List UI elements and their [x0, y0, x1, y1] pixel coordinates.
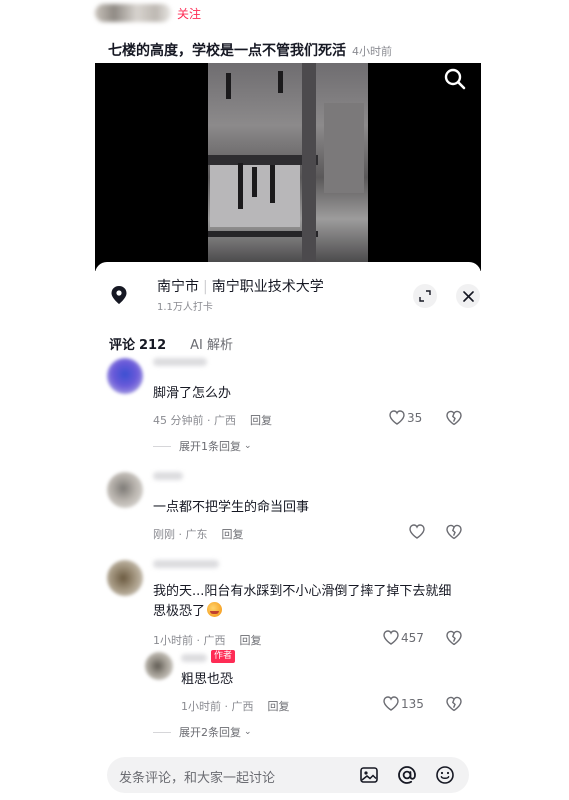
tab-comments[interactable]: 评论 212 — [109, 334, 166, 353]
emoji-icon — [207, 602, 223, 617]
reply-time: 1小时前 — [181, 700, 221, 713]
comment-author-blurred[interactable] — [153, 560, 219, 568]
expand-replies-button[interactable]: 展开2条回复 ⌄ — [153, 724, 252, 740]
comment-author-blurred[interactable] — [181, 654, 207, 662]
reply-region: 广西 — [231, 700, 254, 713]
comment-author-blurred[interactable] — [153, 472, 183, 480]
location-row[interactable]: 南宁市 | 南宁职业技术大学 1.1万人打卡 — [107, 274, 480, 318]
expand-replies-label: 展开2条回复 — [179, 726, 241, 739]
comment-time: 刚刚 — [153, 528, 175, 541]
comment-text: 我的天...阳台有水踩到不小心滑倒了摔了掉下去就细思极恐了 — [153, 582, 463, 622]
avatar[interactable] — [107, 472, 143, 508]
reply-text: 粗思也恐 — [181, 672, 234, 687]
like-button[interactable]: 457 — [383, 630, 424, 645]
comment-meta: 1小时前 · 广西 回复 — [153, 634, 262, 647]
avatar[interactable] — [107, 358, 143, 394]
comment-meta: 刚刚 · 广东 回复 — [153, 528, 244, 541]
heart-icon — [383, 630, 399, 645]
comment-author-blurred[interactable] — [153, 358, 207, 366]
comment-input-bar[interactable]: 发条评论，和大家一起讨论 — [107, 757, 469, 793]
like-button[interactable] — [409, 524, 427, 539]
like-button[interactable]: 135 — [383, 696, 424, 711]
comment-meta: 45 分钟前 · 广西 回复 — [153, 414, 272, 427]
like-count: 457 — [401, 630, 424, 645]
search-icon[interactable] — [443, 67, 467, 91]
author-avatar-blurred[interactable] — [95, 4, 171, 22]
location-city: 南宁市 — [157, 279, 199, 295]
comment-input[interactable]: 发条评论，和大家一起讨论 — [119, 767, 275, 786]
video-frame — [208, 63, 368, 271]
reply-button[interactable]: 回复 — [222, 528, 244, 541]
image-icon[interactable] — [359, 765, 379, 785]
comment-sheet: 南宁市 | 南宁职业技术大学 1.1万人打卡 评论 212 AI 解析 脚滑了怎么办 … — [95, 262, 481, 800]
avatar[interactable] — [145, 652, 173, 680]
heart-icon — [409, 524, 425, 539]
tab-comments-label: 评论 — [109, 338, 136, 353]
heart-icon — [383, 696, 399, 711]
location-pin-icon — [111, 286, 127, 304]
tab-ai-analysis[interactable]: AI 解析 — [190, 334, 233, 353]
reply-button[interactable]: 回复 — [268, 700, 290, 713]
comment-region: 广东 — [185, 528, 208, 541]
post-title: 七楼的高度，学校是一点不管我们死活 4小时前 — [108, 40, 392, 60]
close-icon — [462, 290, 474, 302]
like-count: 35 — [407, 410, 423, 425]
at-icon[interactable] — [397, 765, 417, 785]
broken-heart-icon[interactable] — [446, 630, 462, 646]
location-place: 南宁职业技术大学 — [211, 279, 324, 295]
tab-comments-count: 212 — [139, 338, 167, 353]
expand-button[interactable] — [413, 284, 437, 308]
like-button[interactable]: 35 — [389, 410, 422, 425]
comment-time: 45 分钟前 — [153, 414, 204, 427]
location-checkins: 1.1万人打卡 — [157, 302, 213, 313]
comment-region: 广西 — [214, 414, 236, 427]
comment-region: 广西 — [203, 634, 226, 647]
broken-heart-icon[interactable] — [446, 410, 462, 426]
reply-button[interactable]: 回复 — [250, 414, 272, 427]
like-count: 135 — [401, 696, 424, 711]
reply-meta: 1小时前 · 广西 回复 — [181, 700, 290, 713]
comment-text: 脚滑了怎么办 — [153, 386, 232, 401]
emoji-icon[interactable] — [435, 765, 455, 785]
follow-button[interactable]: 关注 — [177, 5, 201, 22]
author-badge: 作者 — [211, 650, 236, 663]
reply-button[interactable]: 回复 — [240, 634, 262, 647]
avatar[interactable] — [107, 560, 143, 596]
broken-heart-icon[interactable] — [446, 524, 462, 540]
heart-icon — [389, 410, 405, 425]
comment-text: 一点都不把学生的命当回事 — [153, 500, 310, 515]
post-time: 4小时前 — [352, 45, 392, 58]
author-row: 关注 — [95, 2, 201, 24]
broken-heart-icon[interactable] — [446, 696, 462, 712]
comment-text-content: 我的天...阳台有水踩到不小心滑倒了摔了掉下去就细思极恐了 — [153, 584, 452, 619]
video-player[interactable] — [95, 63, 481, 271]
post-title-text: 七楼的高度，学校是一点不管我们死活 — [108, 43, 346, 59]
expand-replies-label: 展开1条回复 — [179, 440, 241, 453]
location-title: 南宁市 | 南宁职业技术大学 — [157, 279, 324, 295]
close-button[interactable] — [456, 284, 480, 308]
expand-icon — [419, 290, 431, 302]
expand-replies-button[interactable]: 展开1条回复 ⌄ — [153, 438, 252, 454]
comment-tabs: 评论 212 AI 解析 — [109, 334, 233, 353]
comment-time: 1小时前 — [153, 634, 193, 647]
